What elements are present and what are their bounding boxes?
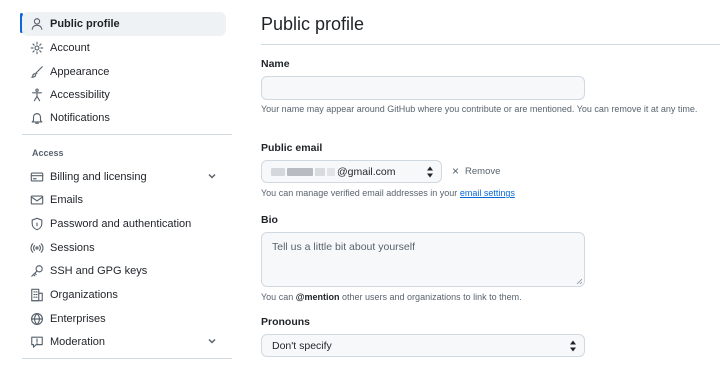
public-email-hint-text: You can manage verified email addresses … xyxy=(261,188,458,198)
name-field[interactable] xyxy=(261,76,585,100)
pronouns-value: Don't specify xyxy=(272,339,332,352)
sidebar-item-label: Appearance xyxy=(50,66,110,78)
sidebar-item-emails[interactable]: Emails xyxy=(22,188,226,212)
sidebar-item-notifications[interactable]: Notifications xyxy=(22,106,226,130)
bio-placeholder: Tell us a little bit about yourself xyxy=(272,241,415,253)
remove-label: Remove xyxy=(465,165,501,177)
pronouns-select[interactable]: Don't specify xyxy=(261,334,585,357)
pronouns-label: Pronouns xyxy=(261,316,310,328)
globe-icon xyxy=(30,312,44,326)
bio-label: Bio xyxy=(261,214,278,226)
remove-email-button[interactable]: × Remove xyxy=(452,164,500,178)
sidebar-divider xyxy=(22,134,232,135)
select-arrows-icon xyxy=(426,166,434,178)
sidebar-item-ssh-gpg-keys[interactable]: SSH and GPG keys xyxy=(22,259,226,283)
person-icon xyxy=(30,17,44,31)
redacted-email-prefix xyxy=(271,167,337,176)
shield-lock-icon xyxy=(30,217,44,231)
sidebar-item-accessibility[interactable]: Accessibility xyxy=(22,83,226,107)
sidebar-item-public-profile[interactable]: Public profile xyxy=(22,12,226,36)
sidebar-item-label: Billing and licensing xyxy=(50,171,147,183)
paintbrush-icon xyxy=(30,65,44,79)
sidebar-item-password-authentication[interactable]: Password and authentication xyxy=(22,212,226,236)
name-label: Name xyxy=(261,58,290,70)
sidebar-item-label: Notifications xyxy=(50,112,110,124)
sidebar-item-label: Enterprises xyxy=(50,313,106,325)
sidebar-item-appearance[interactable]: Appearance xyxy=(22,60,226,84)
gear-icon xyxy=(30,41,44,55)
email-settings-link[interactable]: email settings xyxy=(460,188,515,198)
sidebar-item-label: Emails xyxy=(50,194,84,206)
sidebar-item-enterprises[interactable]: Enterprises xyxy=(22,307,226,331)
sidebar-item-label: Accessibility xyxy=(50,89,110,101)
sidebar-divider xyxy=(22,358,232,359)
public-email-value: @gmail.com xyxy=(337,165,396,178)
report-icon xyxy=(30,335,44,349)
bio-hint: You can @mention other users and organiz… xyxy=(261,291,522,304)
credit-card-icon xyxy=(30,170,44,184)
settings-sidebar: Public profile Account Appearance Access… xyxy=(0,0,240,369)
chevron-down-icon[interactable] xyxy=(206,170,220,184)
sidebar-item-label: Moderation xyxy=(50,336,106,348)
sidebar-item-label: Public profile xyxy=(50,18,120,30)
sidebar-item-organizations[interactable]: Organizations xyxy=(22,283,226,307)
public-email-label: Public email xyxy=(261,142,323,154)
mail-icon xyxy=(30,193,44,207)
sidebar-item-label: Account xyxy=(50,42,90,54)
sidebar-item-label: SSH and GPG keys xyxy=(50,265,148,277)
bio-textarea[interactable]: Tell us a little bit about yourself xyxy=(261,232,585,287)
key-icon xyxy=(30,264,44,278)
public-email-select[interactable]: @gmail.com xyxy=(261,160,442,183)
bell-icon xyxy=(30,111,44,125)
sidebar-item-label: Sessions xyxy=(50,242,95,254)
public-email-hint: You can manage verified email addresses … xyxy=(261,187,515,200)
name-hint: Your name may appear around GitHub where… xyxy=(261,104,698,114)
sidebar-item-account[interactable]: Account xyxy=(22,36,226,60)
accessibility-icon xyxy=(30,88,44,102)
close-icon: × xyxy=(452,164,460,178)
title-divider xyxy=(261,44,720,45)
sidebar-item-moderation[interactable]: Moderation xyxy=(22,330,226,354)
mention-text: @mention xyxy=(295,292,340,302)
bio-hint-suffix: other users and organizations to link to… xyxy=(342,292,522,302)
sidebar-item-label: Password and authentication xyxy=(50,218,192,230)
page-title: Public profile xyxy=(261,14,365,34)
organization-icon xyxy=(30,288,44,302)
sidebar-section-access: Access xyxy=(32,148,64,158)
chevron-down-icon[interactable] xyxy=(206,335,220,349)
sidebar-item-billing[interactable]: Billing and licensing xyxy=(22,165,226,189)
select-arrows-icon xyxy=(569,340,577,352)
bio-hint-prefix: You can xyxy=(261,292,294,302)
broadcast-icon xyxy=(30,241,44,255)
resize-handle-icon[interactable] xyxy=(576,278,582,284)
sidebar-item-sessions[interactable]: Sessions xyxy=(22,236,226,260)
sidebar-item-label: Organizations xyxy=(50,289,118,301)
